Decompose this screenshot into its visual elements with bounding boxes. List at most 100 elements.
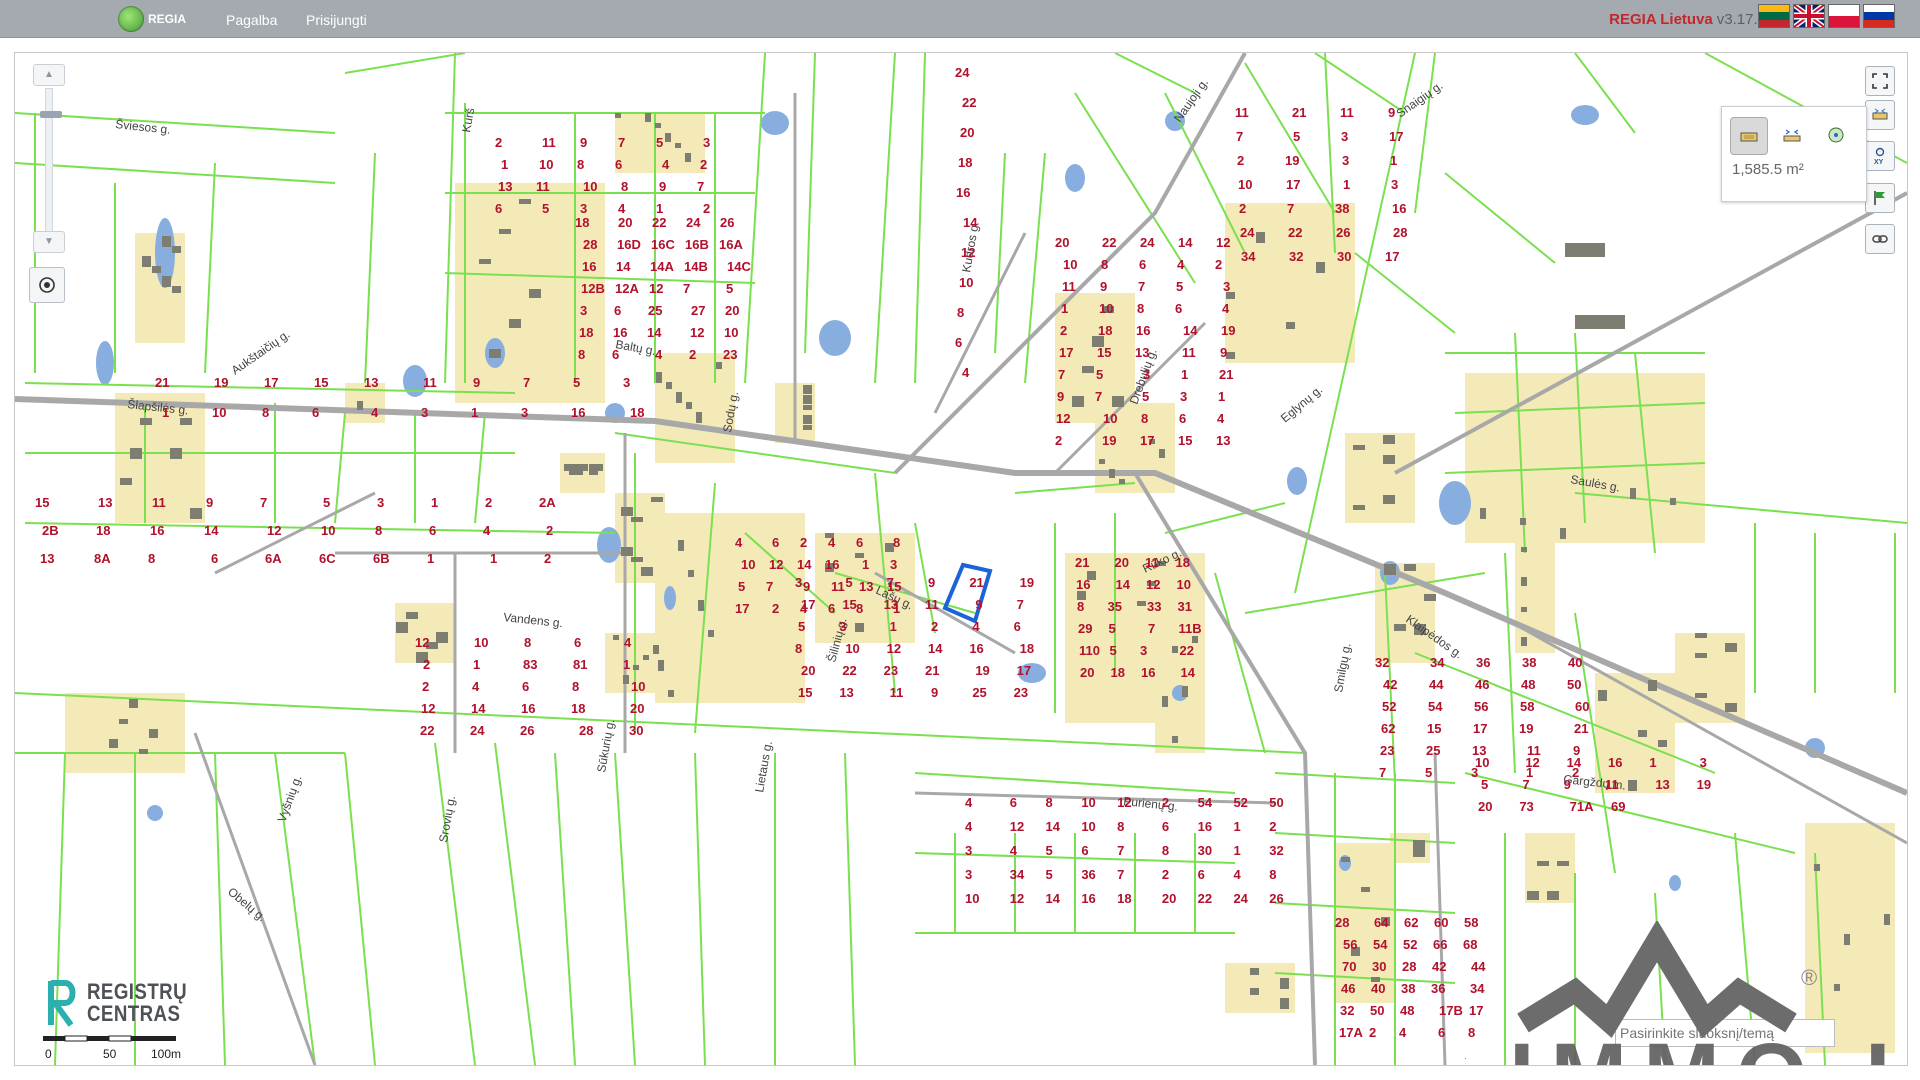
building — [180, 418, 192, 425]
parcel-number: 17 — [1017, 663, 1031, 678]
parcel-number: 15 — [1097, 345, 1111, 360]
building — [1226, 352, 1235, 359]
parcel-number: 1 — [1390, 153, 1397, 168]
parcel-number: 30 — [1372, 959, 1386, 974]
parcel-number: 12B — [581, 281, 605, 296]
building — [1082, 366, 1094, 373]
parcel-number: 12 — [769, 557, 783, 572]
parcel-number: 24 — [1140, 235, 1155, 250]
building — [1560, 528, 1566, 539]
parcel-number: 16B — [685, 237, 709, 252]
link-button[interactable] — [1865, 224, 1895, 254]
parcel-number: 7 — [1095, 389, 1102, 404]
measure-distance-button[interactable] — [1774, 117, 1810, 153]
xy-coordinates-button[interactable]: XY — [1865, 141, 1895, 171]
nav-help-link[interactable]: Pagalba — [226, 12, 277, 28]
building — [479, 259, 491, 264]
parcel-number: 13 — [839, 685, 853, 700]
parcel-number: 3 — [965, 843, 972, 858]
parcel-number: 7 — [1148, 621, 1155, 636]
building — [172, 286, 181, 293]
parcel-number: 11 — [1062, 279, 1076, 294]
zoom-slider-handle[interactable] — [40, 111, 62, 118]
locate-button[interactable] — [29, 267, 65, 303]
parcel-number: 36 — [1081, 867, 1095, 882]
zoom-in-button[interactable]: ▲ — [33, 64, 65, 86]
building — [162, 276, 171, 287]
building — [1404, 564, 1416, 571]
parcel-number: 19 — [1519, 721, 1533, 736]
parcel-number: 28 — [579, 723, 593, 738]
parcel-number: 2 — [1237, 153, 1244, 168]
parcel-number: 3 — [521, 405, 528, 420]
parcel-number: 3 — [965, 867, 972, 882]
nav-login-link[interactable]: Prisijungti — [306, 12, 367, 28]
parcel-number: 15 — [798, 685, 812, 700]
parcel-number: 8 — [1468, 1025, 1475, 1040]
parcel-number: 8 — [524, 635, 531, 650]
building — [1465, 1058, 1466, 1059]
building — [1109, 469, 1115, 478]
parcel-number: 36 — [1431, 981, 1445, 996]
flag-ru-icon[interactable] — [1863, 4, 1895, 28]
building — [1565, 243, 1605, 257]
building — [803, 425, 812, 430]
parcel-number: 14B — [684, 259, 708, 274]
parcel-number: 8 — [577, 157, 584, 172]
building — [149, 729, 158, 738]
measure-point-button[interactable] — [1818, 117, 1854, 153]
scale-label-0: 0 — [45, 1047, 52, 1061]
parcel-number: 27 — [691, 303, 705, 318]
parcel-number: 1 — [431, 495, 438, 510]
regia-logo[interactable]: REGIA — [118, 6, 186, 32]
fullscreen-button[interactable] — [1865, 66, 1895, 96]
parcel-number: 38 — [1401, 981, 1415, 996]
parcel-number: 28 — [1393, 225, 1407, 240]
layer-search-input[interactable] — [1615, 1019, 1835, 1047]
building — [698, 600, 704, 611]
building — [1250, 968, 1259, 975]
parcel-number: 7 — [1236, 129, 1243, 144]
parcel-number: 20 — [1055, 235, 1069, 250]
flag-marker-button[interactable] — [1865, 183, 1895, 213]
parcel-number: 54 — [1373, 937, 1388, 952]
building — [1119, 479, 1125, 484]
building — [1725, 703, 1737, 712]
parcel-number: 52 — [1403, 937, 1417, 952]
parcel-number: 16 — [956, 185, 970, 200]
parcel-number: 24 — [470, 723, 485, 738]
parcel-number: 40 — [1568, 655, 1582, 670]
flag-pl-icon[interactable] — [1828, 4, 1860, 28]
parcel-number: 14 — [647, 325, 662, 340]
regia-logo-icon — [118, 6, 144, 32]
cadastral-map[interactable]: Šviesos g. KuršKudros g.Naujoji g. Snaigių… — [15, 53, 1907, 1065]
water-body — [1439, 481, 1471, 525]
measure-panel: 1,585.5 m² — [1721, 106, 1867, 202]
measure-tool-button[interactable] — [1865, 100, 1895, 130]
zoom-slider-track[interactable] — [40, 88, 62, 232]
parcel-number: 26 — [1269, 891, 1283, 906]
building — [1844, 934, 1850, 945]
parcel-number: 11 — [925, 597, 939, 612]
flag-uk-icon[interactable] — [1793, 4, 1825, 28]
parcel-number: 11 — [1235, 105, 1249, 120]
zoom-out-button[interactable]: ▼ — [33, 231, 65, 253]
building — [1383, 455, 1395, 464]
measure-area-button[interactable] — [1730, 117, 1768, 155]
flag-lt-icon[interactable] — [1758, 4, 1790, 28]
parcel-number: 5 — [1425, 765, 1432, 780]
parcel-number: 21 — [925, 663, 939, 678]
building — [1361, 887, 1370, 892]
parcel-number: 16 — [1081, 891, 1095, 906]
parcel-number: 4 — [1399, 1025, 1407, 1040]
map-viewport[interactable]: Šviesos g. Kurš Kudros g. Naujoji g. Snaigių… — [14, 52, 1908, 1066]
building — [651, 497, 663, 502]
parcel-number: 12 — [961, 245, 975, 260]
building — [668, 690, 674, 697]
parcel-number: 1 — [890, 619, 897, 634]
parcel-number: 3 — [1341, 129, 1348, 144]
parcel-number: 14 — [1178, 235, 1193, 250]
parcel-number: 8 — [1077, 599, 1084, 614]
parcel-number: 3 — [1140, 643, 1147, 658]
parcel-number: 12 — [421, 701, 435, 716]
